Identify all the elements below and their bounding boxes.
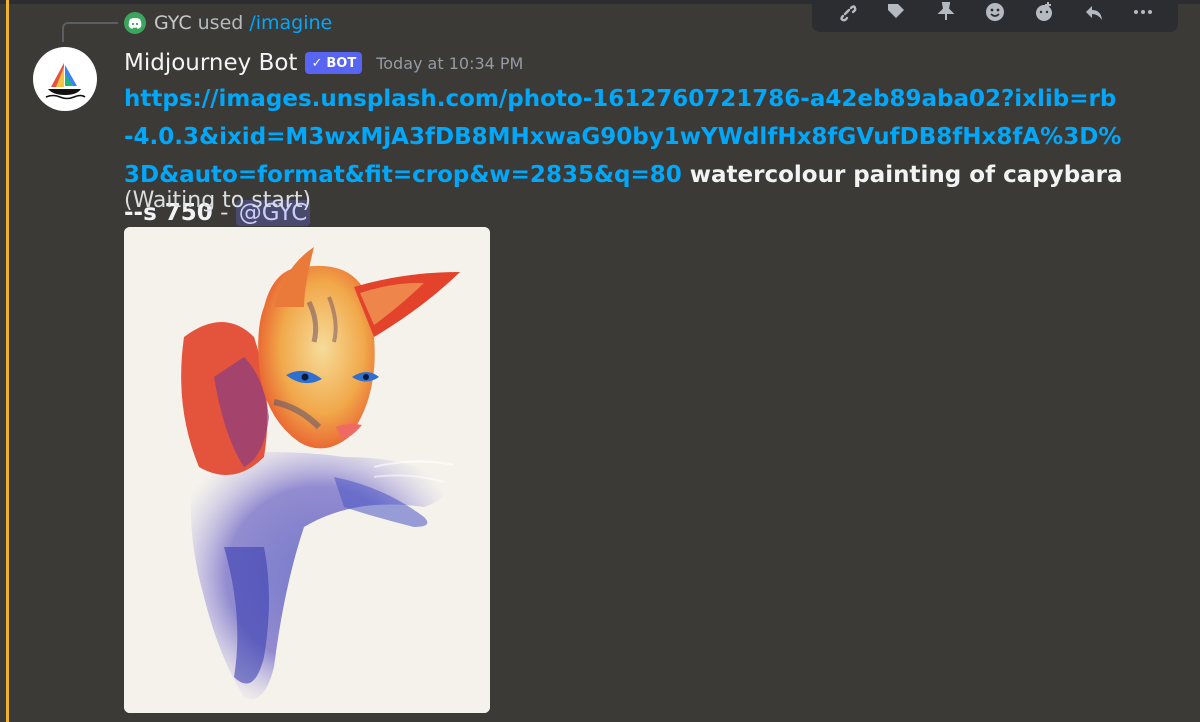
watercolor-cat-image	[124, 227, 490, 713]
timestamp[interactable]: Today at 10:34 PM	[376, 54, 523, 73]
midjourney-logo-icon	[45, 63, 86, 100]
author-name[interactable]: Midjourney Bot	[124, 50, 297, 76]
bot-tag-label: BOT	[326, 55, 357, 71]
command-reply-header[interactable]: GYC used /imagine	[124, 9, 332, 37]
job-status: (Waiting to start)	[124, 188, 312, 213]
bot-tag: ✓ BOT	[305, 52, 363, 74]
reply-spine	[62, 22, 118, 42]
emoji-icon[interactable]	[977, 0, 1013, 30]
message-toolbar	[812, 0, 1178, 32]
link-icon[interactable]	[829, 0, 865, 30]
emoji-add-icon[interactable]	[1026, 0, 1062, 30]
reply-icon[interactable]	[1076, 0, 1112, 30]
verified-check-icon: ✓	[311, 55, 323, 71]
reply-username[interactable]: GYC	[154, 12, 192, 34]
pin-icon[interactable]	[928, 0, 964, 30]
slash-command-link[interactable]: /imagine	[249, 12, 332, 34]
mention-highlight-bar	[6, 0, 9, 722]
message-header: Midjourney Bot ✓ BOT Today at 10:34 PM	[124, 46, 523, 80]
avatar[interactable]	[33, 47, 97, 111]
image-attachment[interactable]	[124, 227, 490, 713]
reply-used-label: used	[197, 12, 244, 34]
discord-icon[interactable]	[124, 12, 146, 34]
more-icon[interactable]	[1125, 0, 1161, 30]
tag-icon[interactable]	[878, 0, 914, 30]
